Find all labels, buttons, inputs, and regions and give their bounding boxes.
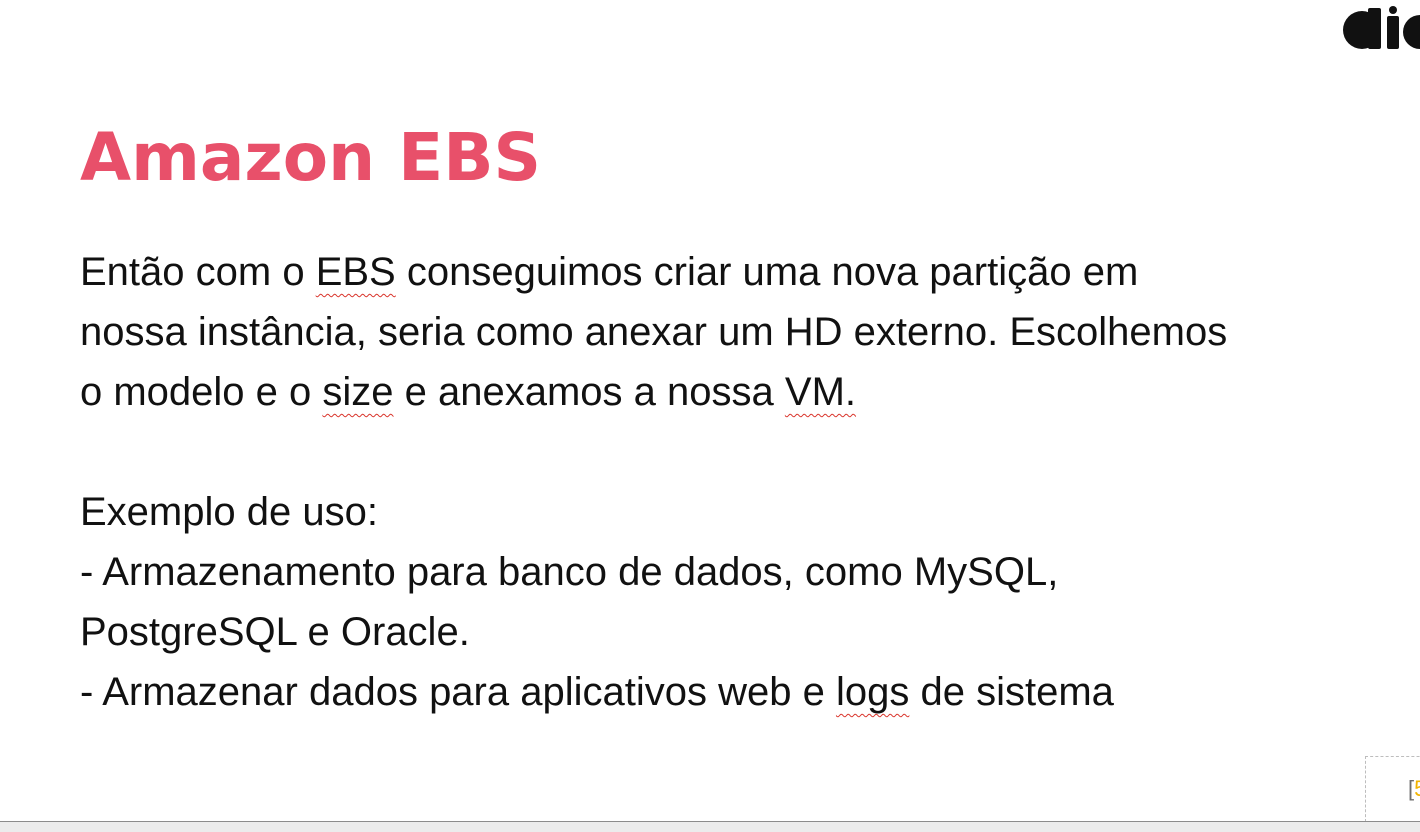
- text-fragment: - Armazenar dados para aplicativos web e: [80, 670, 836, 714]
- example-item-1-line-2: PostgreSQL e Oracle.: [80, 610, 470, 654]
- example-item-2: - Armazenar dados para aplicativos web e…: [80, 662, 1380, 722]
- paragraph-line-3: o modelo e o size e anexamos a nossa VM.: [80, 362, 1380, 422]
- bottom-scrollbar[interactable]: [0, 821, 1420, 832]
- example-item-1-line-1: - Armazenamento para banco de dados, com…: [80, 550, 1059, 594]
- text-fragment: de sistema: [909, 670, 1114, 714]
- text-fragment: conseguimos criar uma nova partição em: [395, 250, 1139, 294]
- text-fragment: e anexamos a nossa: [393, 370, 785, 414]
- slide-title: Amazon EBS: [80, 119, 542, 196]
- dio-logo: [1340, 6, 1420, 50]
- text-fragment: o modelo e o: [80, 370, 323, 414]
- slide-number-text: [5: [1408, 776, 1420, 802]
- paragraph-line-2: nossa instância, seria como anexar um HD…: [80, 310, 1228, 354]
- misspelled-word-ebs: EBS: [315, 250, 396, 294]
- slide: Amazon EBS Então com o EBS conseguimos c…: [0, 0, 1420, 822]
- placeholder-number: 5: [1414, 776, 1420, 801]
- misspelled-word-logs: logs: [835, 670, 910, 714]
- text-fragment: Então com o: [80, 250, 316, 294]
- examples-heading: Exemplo de uso:: [80, 490, 378, 534]
- misspelled-word-vm: VM.: [784, 370, 857, 414]
- misspelled-word-size: size: [322, 370, 394, 414]
- paragraph-line-1: Então com o EBS conseguimos criar uma no…: [80, 242, 1380, 302]
- slide-body: Então com o EBS conseguimos criar uma no…: [80, 242, 1380, 722]
